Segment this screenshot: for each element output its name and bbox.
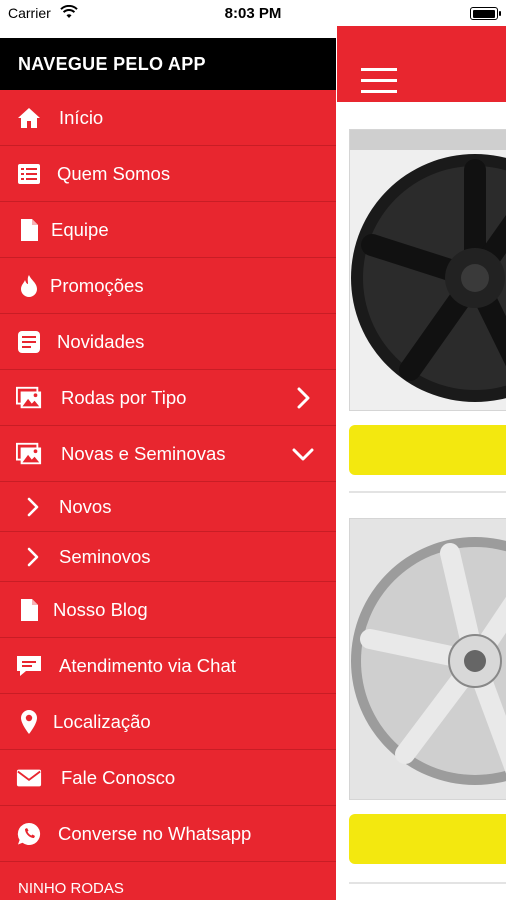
top-app-bar	[337, 26, 506, 102]
drawer-title: NAVEGUE PELO APP	[0, 38, 336, 90]
menu-item-label: Atendimento via Chat	[59, 654, 236, 676]
drawer-footer-brand: NINHO RODAS	[18, 880, 124, 897]
menu-item-nosso-blog[interactable]: Nosso Blog	[0, 582, 336, 638]
menu-item-inicio[interactable]: Início	[0, 90, 336, 146]
menu-item-label: Seminovos	[59, 545, 151, 567]
menu-item-label: Equipe	[51, 218, 109, 240]
submenu-item-novos[interactable]: Novos	[0, 482, 336, 532]
menu-item-whatsapp[interactable]: Converse no Whatsapp	[0, 806, 336, 862]
flame-icon	[16, 273, 42, 299]
chevron-right-icon[interactable]	[292, 387, 314, 409]
menu-item-label: Converse no Whatsapp	[58, 822, 252, 844]
menu-item-promocoes[interactable]: Promoções	[0, 258, 336, 314]
status-bar: Carrier 8:03 PM	[0, 0, 506, 26]
navigation-drawer: NAVEGUE PELO APP Início Quem Somos Equip…	[0, 38, 336, 900]
chevron-right-icon	[20, 544, 46, 570]
image-icon	[16, 441, 42, 467]
home-icon	[16, 105, 42, 131]
menu-item-label: Novas e Seminovas	[61, 442, 226, 464]
document-icon	[16, 597, 42, 623]
main-content	[337, 26, 506, 900]
card-action-button[interactable]	[349, 425, 506, 475]
mail-icon	[16, 765, 42, 791]
document-icon	[16, 217, 42, 243]
card-action-button[interactable]	[349, 814, 506, 864]
menu-item-novas-e-seminovas[interactable]: Novas e Seminovas	[0, 426, 336, 482]
divider	[349, 882, 506, 884]
menu-item-rodas-por-tipo[interactable]: Rodas por Tipo	[0, 370, 336, 426]
menu-item-novidades[interactable]: Novidades	[0, 314, 336, 370]
menu-item-label: Novidades	[57, 330, 145, 352]
menu-item-atendimento-chat[interactable]: Atendimento via Chat	[0, 638, 336, 694]
menu-item-label: Início	[59, 106, 104, 128]
chevron-right-icon	[20, 494, 46, 520]
menu-item-quem-somos[interactable]: Quem Somos	[0, 146, 336, 202]
menu-item-label: Rodas por Tipo	[61, 386, 187, 408]
clock: 8:03 PM	[224, 5, 282, 22]
menu-item-label: Quem Somos	[57, 162, 171, 184]
menu-item-label: Fale Conosco	[61, 766, 176, 788]
divider	[349, 491, 506, 493]
list-icon	[16, 161, 42, 187]
menu-item-label: Nosso Blog	[53, 598, 148, 620]
chevron-down-icon[interactable]	[292, 443, 314, 465]
location-pin-icon	[16, 709, 42, 735]
product-card[interactable]	[349, 518, 506, 864]
image-icon	[16, 385, 42, 411]
submenu-item-seminovos[interactable]: Seminovos	[0, 532, 336, 582]
menu-item-label: Novos	[59, 495, 112, 517]
whatsapp-icon	[16, 821, 42, 847]
chat-icon	[16, 653, 42, 679]
wheel-image-silver[interactable]	[349, 518, 506, 800]
note-icon	[16, 329, 42, 355]
menu-item-equipe[interactable]: Equipe	[0, 202, 336, 258]
product-card[interactable]	[349, 129, 506, 475]
menu-item-localizacao[interactable]: Localização	[0, 694, 336, 750]
menu-item-label: Localização	[53, 710, 151, 732]
battery-icon	[470, 7, 501, 20]
wheel-image-black[interactable]	[349, 129, 506, 411]
menu-item-fale-conosco[interactable]: Fale Conosco	[0, 750, 336, 806]
hamburger-menu-icon[interactable]	[361, 68, 397, 94]
menu-item-label: Promoções	[50, 274, 144, 296]
